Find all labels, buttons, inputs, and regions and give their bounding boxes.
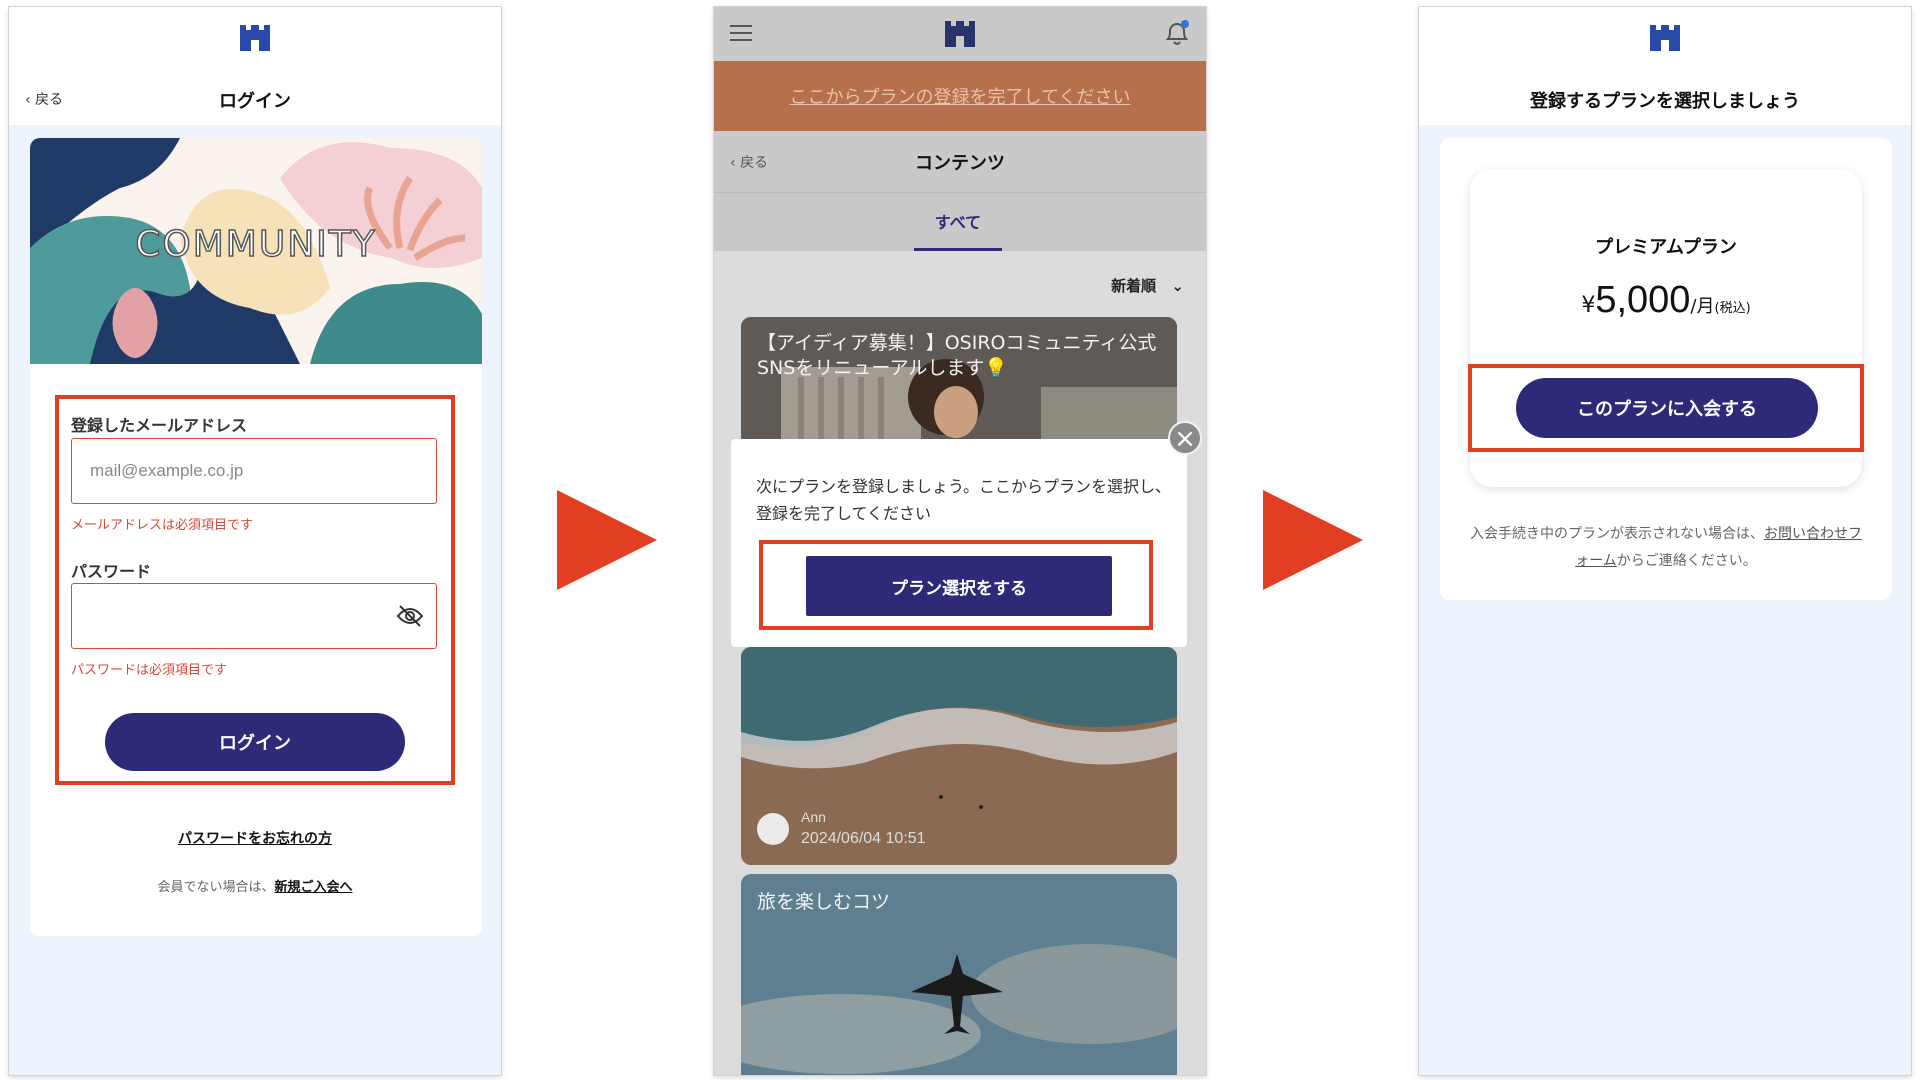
join-plan-button[interactable]: このプランに入会する <box>1516 378 1818 438</box>
page-title: 登録するプランを選択しましょう <box>1530 91 1800 112</box>
complete-plan-banner[interactable]: ここからプランの登録を完了してください <box>714 61 1206 131</box>
forgot-password-link[interactable]: パスワードをお忘れの方 <box>9 828 501 848</box>
password-label: パスワード <box>71 562 152 581</box>
sub-header: ‹ 戻る コンテンツ <box>714 131 1206 193</box>
banner-title: COMMUNITY <box>135 223 377 266</box>
tab-bar: すべて <box>714 193 1206 251</box>
flow-arrow-icon <box>1263 490 1363 590</box>
signup-text: 会員でない場合は、新規ご入会へ <box>157 880 353 895</box>
tab-all[interactable]: すべて <box>914 209 1002 251</box>
top-bar <box>714 7 1206 61</box>
flow-arrow-icon <box>557 490 657 590</box>
menu-icon[interactable] <box>730 23 752 43</box>
email-placeholder: mail@example.co.jp <box>90 461 244 480</box>
email-field[interactable]: mail@example.co.jp <box>71 438 437 504</box>
password-field[interactable] <box>71 583 437 649</box>
signup-link[interactable]: 新規ご入会へ <box>275 880 353 895</box>
castle-logo-icon <box>945 21 975 47</box>
page-title: ログイン <box>219 91 291 112</box>
plan-name: プレミアムプラン <box>1595 237 1737 258</box>
castle-logo-icon <box>240 25 270 51</box>
chevron-down-icon: ⌄ <box>1171 277 1184 295</box>
email-label: 登録したメールアドレス <box>71 416 248 435</box>
plan-price: ¥5,000/月(税込) <box>1581 279 1751 321</box>
complete-plan-link[interactable]: ここからプランの登録を完了してください <box>790 83 1131 109</box>
bell-icon[interactable] <box>1164 19 1190 47</box>
modal-message: 次にプランを登録しましょう。ここからプランを選択し、登録を完了してください <box>756 477 1172 523</box>
post-author: Ann <box>801 809 826 825</box>
contents-screen: ここからプランの登録を完了してください ‹ 戻る コンテンツ すべて 新着順 ⌄… <box>714 7 1206 1075</box>
page-title: コンテンツ <box>915 153 1005 174</box>
login-screen: ‹ 戻る ログイン COMMUNITY 登録したメールアドレス mail@exa… <box>9 7 501 1075</box>
avatar <box>757 813 789 845</box>
password-error: パスワードは必須項目です <box>71 663 228 678</box>
help-note: 入会手続き中のプランが表示されない場合は、お問い合わせフォームからご連絡ください… <box>1470 526 1862 569</box>
eye-off-icon[interactable] <box>396 604 424 628</box>
email-error: メールアドレスは必須項目です <box>71 518 254 533</box>
post-card[interactable]: 旅を楽しむコツ <box>741 874 1177 1075</box>
post-card[interactable]: Ann 2024/06/04 10:51 <box>741 647 1177 865</box>
login-button[interactable]: ログイン <box>105 713 405 771</box>
select-plan-button[interactable]: プラン選択をする <box>806 556 1112 616</box>
plan-select-screen: 登録するプランを選択しましょう プレミアムプラン ¥5,000/月(税込) この… <box>1419 7 1911 1075</box>
sort-select[interactable]: 新着順 ⌄ <box>1111 275 1184 296</box>
post-title: 【アイディア募集！】OSIROコミュニティ公式SNSをリニューアルします💡 <box>757 332 1157 379</box>
close-icon[interactable]: × <box>1168 421 1202 455</box>
post-date: 2024/06/04 10:51 <box>801 830 926 847</box>
header: ‹ 戻る ログイン <box>9 7 501 125</box>
header: 登録するプランを選択しましょう <box>1419 7 1911 125</box>
plan-modal: 次にプランを登録しましょう。ここからプランを選択し、登録を完了してください プラ… <box>731 439 1187 647</box>
castle-logo-icon <box>1650 25 1680 51</box>
post-card[interactable]: 【アイディア募集！】OSIROコミュニティ公式SNSをリニューアルします💡 <box>741 317 1177 447</box>
post-title: 旅を楽しむコツ <box>757 891 891 913</box>
